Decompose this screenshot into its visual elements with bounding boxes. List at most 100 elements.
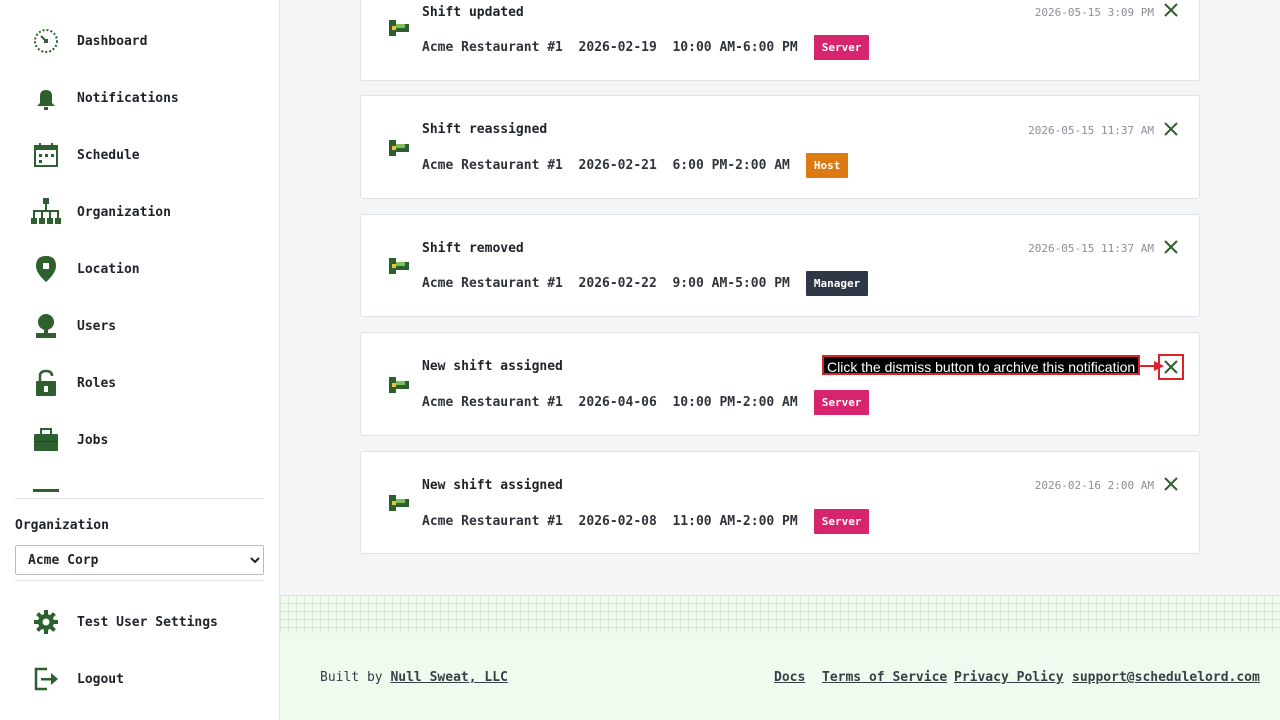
footer-link-terms[interactable]: Terms of Service: [822, 670, 947, 685]
notification-title: Shift updated: [422, 5, 524, 20]
notification-details: Acme Restaurant #1 2026-02-22 9:00 AM-5:…: [422, 271, 869, 296]
notification-timestamp: 2026-05-15 11:37 AM: [1028, 124, 1154, 137]
shift-date: 2026-02-21: [578, 158, 657, 173]
user-icon: [30, 310, 62, 342]
unlock-icon: [30, 367, 62, 399]
notification-card: Shift reassigned Acme Restaurant #1 2026…: [360, 95, 1200, 199]
shift-date: 2026-02-22: [578, 276, 657, 291]
sidebar-item-label: Organization: [77, 204, 171, 220]
sidebar-item-dashboard[interactable]: Dashboard: [30, 21, 260, 61]
sidebar-item-schedule[interactable]: Schedule: [30, 135, 260, 175]
dismiss-button[interactable]: [1162, 238, 1180, 256]
sidebar-item-label: Roles: [77, 375, 117, 391]
notification-details: Acme Restaurant #1 2026-02-08 11:00 AM-2…: [422, 509, 870, 534]
footer-link-support-email[interactable]: support@schedulelord.com: [1072, 670, 1260, 685]
notification-card: Shift removed Acme Restaurant #1 2026-02…: [360, 214, 1200, 317]
sidebar-item-logout[interactable]: Logout: [30, 659, 260, 699]
sidebar-item-label: Schedule: [77, 147, 140, 163]
sidebar-item-label: Users: [77, 318, 117, 334]
calendar-icon: [30, 139, 62, 171]
notification-icon: [389, 377, 409, 397]
sidebar-item-label: Location: [77, 261, 140, 277]
shift-time-range: 10:00 PM-2:00 AM: [672, 395, 798, 410]
shift-location: Acme Restaurant #1: [422, 40, 563, 55]
shift-time-range: 6:00 PM-2:00 AM: [672, 158, 790, 173]
built-by-prefix: Built by: [320, 670, 391, 685]
notification-title: New shift assigned: [422, 478, 563, 493]
footer-link-privacy[interactable]: Privacy Policy: [954, 670, 1064, 685]
sidebar-item-notifications[interactable]: Notifications: [30, 78, 260, 118]
notification-title: Shift removed: [422, 241, 524, 256]
close-icon: [1164, 360, 1178, 374]
org-select-label: Organization: [15, 518, 109, 533]
dismiss-hint-tooltip: Click the dismiss button to archive this…: [822, 355, 1141, 375]
notification-timestamp: 2026-05-15 11:37 AM: [1028, 242, 1154, 255]
notification-timestamp: 2026-02-16 2:00 AM: [1034, 479, 1154, 492]
role-badge: Server: [813, 35, 870, 60]
notification-details: Acme Restaurant #1 2026-02-21 6:00 PM-2:…: [422, 153, 849, 178]
org-chart-icon: [30, 196, 62, 228]
notification-card: New shift assigned Acme Restaurant #1 20…: [360, 451, 1200, 554]
shift-date: 2026-02-19: [578, 40, 657, 55]
notification-icon: [389, 258, 409, 278]
sidebar-item-test-user-settings[interactable]: Test User Settings: [30, 602, 260, 642]
shift-time-range: 11:00 AM-2:00 PM: [672, 514, 798, 529]
close-icon: [1164, 240, 1178, 254]
role-badge: Server: [813, 390, 870, 415]
dismiss-button[interactable]: [1162, 120, 1180, 138]
notification-icon: [389, 20, 409, 40]
role-badge: Server: [813, 509, 870, 534]
notification-timestamp: 2026-05-15 3:09 PM: [1034, 6, 1154, 19]
sidebar-item-label: Jobs: [77, 432, 109, 448]
dashboard-gauge-icon: [30, 25, 62, 57]
notification-icon: [389, 495, 409, 515]
footer: Built by Null Sweat, LLC Docs Terms of S…: [280, 633, 1280, 720]
tooltip-arrow-icon: [1139, 361, 1164, 371]
divider: [15, 580, 264, 581]
notification-title: New shift assigned: [422, 359, 563, 374]
notification-icon: [389, 140, 409, 160]
dismiss-button[interactable]: [1162, 1, 1180, 19]
sidebar-item-organization[interactable]: Organization: [30, 192, 260, 232]
shift-location: Acme Restaurant #1: [422, 158, 563, 173]
footer-grid-pattern: [280, 595, 1280, 633]
shift-date: 2026-04-06: [578, 395, 657, 410]
sidebar-item-label: Notifications: [77, 90, 179, 106]
built-by-text: Built by Null Sweat, LLC: [320, 670, 508, 685]
sidebar-nav: Dashboard Notifications Schedule Organiz…: [0, 0, 279, 492]
organization-select[interactable]: Acme Corp: [15, 545, 264, 575]
gear-icon: [30, 606, 62, 638]
notification-details: Acme Restaurant #1 2026-02-19 10:00 AM-6…: [422, 35, 870, 60]
sidebar-item-users[interactable]: Users: [30, 306, 260, 346]
close-icon: [1164, 477, 1178, 491]
briefcase-icon: [30, 424, 62, 456]
sidebar-item-label: Test User Settings: [77, 614, 218, 630]
divider: [15, 498, 264, 499]
dismiss-button[interactable]: [1162, 475, 1180, 493]
close-icon: [1164, 3, 1178, 17]
sidebar-item-label: Dashboard: [77, 33, 148, 49]
shift-date: 2026-02-08: [578, 514, 657, 529]
sidebar-item-label: Logout: [77, 671, 124, 687]
role-badge: Host: [805, 153, 849, 178]
shift-time-range: 9:00 AM-5:00 PM: [672, 276, 790, 291]
footer-link-docs[interactable]: Docs: [774, 670, 805, 685]
shift-time-range: 10:00 AM-6:00 PM: [672, 40, 798, 55]
built-by-link[interactable]: Null Sweat, LLC: [390, 670, 507, 685]
sidebar-item-jobs[interactable]: Jobs: [30, 420, 260, 460]
close-icon: [1164, 122, 1178, 136]
sidebar-item-roles[interactable]: Roles: [30, 363, 260, 403]
bell-icon: [30, 82, 62, 114]
notification-card: New shift assigned Acme Restaurant #1 20…: [360, 332, 1200, 436]
notification-title: Shift reassigned: [422, 122, 548, 137]
sidebar: Dashboard Notifications Schedule Organiz…: [0, 0, 280, 720]
map-pin-icon: [30, 253, 62, 285]
logout-icon: [30, 663, 62, 695]
role-badge: Manager: [805, 271, 869, 296]
sidebar-item-location[interactable]: Location: [30, 249, 260, 289]
notification-details: Acme Restaurant #1 2026-04-06 10:00 PM-2…: [422, 390, 870, 415]
shift-location: Acme Restaurant #1: [422, 276, 563, 291]
notification-card: Shift updated Acme Restaurant #1 2026-02…: [360, 0, 1200, 81]
shift-location: Acme Restaurant #1: [422, 395, 563, 410]
next-nav-icon-peek: [33, 489, 59, 492]
